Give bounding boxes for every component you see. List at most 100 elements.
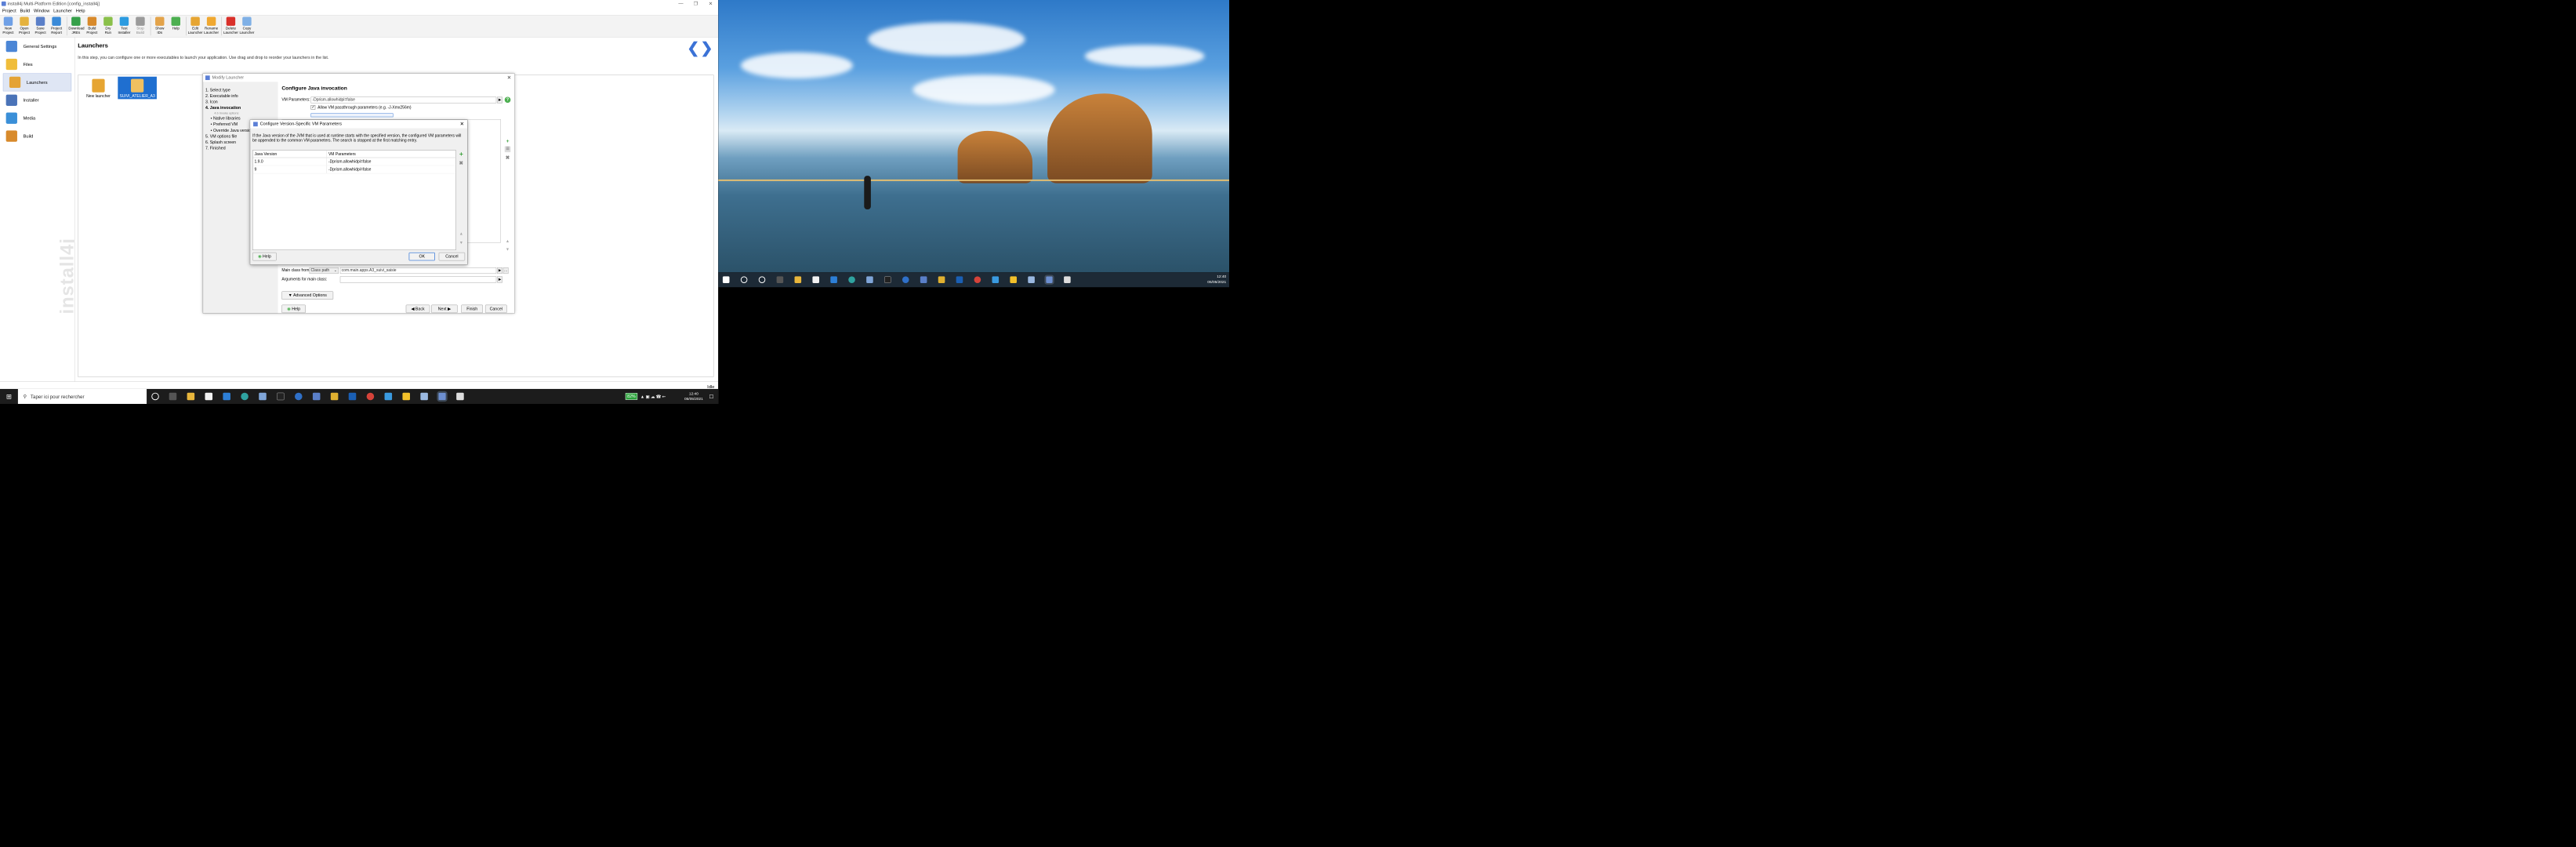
app-icon-1[interactable]: [259, 392, 267, 401]
battery-indicator[interactable]: 82%: [625, 393, 638, 400]
advanced-options-button[interactable]: ▼ Advanced Options: [281, 291, 334, 300]
cell-java-version[interactable]: 9: [253, 165, 328, 173]
outlook-icon[interactable]: [348, 392, 357, 401]
sidebar-item-files[interactable]: Files: [0, 56, 74, 74]
args-field[interactable]: [339, 276, 497, 283]
vm-params-arrow-icon[interactable]: ▶: [497, 96, 503, 104]
move-row-down-icon[interactable]: ▼: [459, 240, 465, 246]
vm-dialog-close-icon[interactable]: ✕: [460, 121, 465, 127]
toolbar-button-save-project[interactable]: Save Project: [33, 16, 48, 35]
mail-icon[interactable]: [223, 392, 230, 401]
toolbar-button-edit-launcher[interactable]: Edit Launcher: [188, 16, 203, 35]
right-terminal-icon[interactable]: [884, 276, 891, 283]
edit-icon[interactable]: ☰: [504, 146, 511, 153]
right-app-icon-5[interactable]: [974, 276, 981, 283]
app-icon-7[interactable]: [420, 392, 428, 401]
cell-java-version[interactable]: 1.9.0: [253, 158, 328, 165]
cell-vm-parameters[interactable]: -Dprism.allowhidpi=false: [327, 158, 455, 165]
edge-icon[interactable]: [241, 392, 249, 401]
app-icon-2[interactable]: [295, 392, 303, 401]
start-windows-icon[interactable]: ⊞: [0, 389, 18, 404]
taskbar-search-box[interactable]: ⚲ Taper ici pour rechercher: [17, 388, 147, 404]
vm-help-button[interactable]: ◉ Help: [252, 252, 277, 261]
sidebar-item-installer[interactable]: Installer: [0, 91, 74, 109]
menu-build[interactable]: Build: [20, 8, 30, 13]
vm-params-field[interactable]: -Dprism.allowhidpi=false: [310, 96, 497, 104]
right-edge-icon[interactable]: [848, 276, 855, 283]
col-vm-parameters[interactable]: VM Parameters: [327, 151, 455, 158]
help-icon[interactable]: ?: [504, 96, 511, 104]
close-button[interactable]: ✕: [703, 0, 718, 8]
table-row[interactable]: 9 -Dprism.allowhidpi=false: [252, 165, 456, 174]
right-sticky-notes-icon[interactable]: [1010, 276, 1017, 283]
right-outlook-icon[interactable]: [956, 276, 963, 283]
right-search-icon[interactable]: [740, 276, 748, 283]
toolbar-button-rename-launcher[interactable]: Rename Launcher: [204, 16, 219, 35]
app-icon-3[interactable]: [312, 392, 321, 401]
toolbar-button-stop-build[interactable]: Stop Build: [132, 16, 147, 35]
task-view-icon[interactable]: [169, 392, 177, 401]
toolbar-button-help[interactable]: Help: [169, 16, 183, 31]
wizard-step[interactable]: 1. Select type: [205, 87, 277, 93]
right-install4j-icon[interactable]: [1044, 274, 1054, 285]
right-app-icon-4[interactable]: [938, 276, 945, 283]
remove-icon[interactable]: ✖: [505, 154, 511, 161]
remove-row-icon[interactable]: ✖: [459, 160, 465, 166]
forward-arrow-icon[interactable]: ❯: [701, 40, 713, 57]
main-class-source-select[interactable]: Class path ⌄: [309, 267, 339, 274]
launcher-suivi-atelier[interactable]: SUIVI_ATELIER_A3: [118, 76, 157, 100]
col-java-version[interactable]: Java Version: [253, 150, 328, 158]
launcher-new[interactable]: New launcher: [79, 77, 118, 100]
toolbar-button-build-project[interactable]: Build Project: [85, 16, 100, 35]
taskbar-clock[interactable]: 12:40 05/05/2021: [684, 391, 703, 401]
menu-launcher[interactable]: Launcher: [53, 8, 72, 13]
move-down-icon[interactable]: ▼: [505, 246, 511, 253]
version-specific-button[interactable]: [310, 113, 394, 118]
toolbar-button-show-ids[interactable]: Show IDs: [152, 16, 167, 35]
store-icon[interactable]: [205, 392, 213, 401]
main-class-browse-button[interactable]: …: [503, 267, 509, 274]
table-row[interactable]: 1.9.0 -Dprism.allowhidpi=false: [252, 158, 456, 166]
app-icon-4[interactable]: [330, 392, 339, 401]
sidebar-item-media[interactable]: Media: [0, 109, 74, 127]
menu-help[interactable]: Help: [76, 8, 85, 13]
menu-project[interactable]: Project: [2, 8, 16, 13]
app-icon-8[interactable]: [456, 392, 464, 401]
toolbar-button-download-jres[interactable]: Download JREs: [68, 16, 84, 35]
main-class-field[interactable]: com.main.apps.A3_suivi_saisie: [339, 267, 497, 274]
finish-button[interactable]: Finish: [461, 304, 484, 314]
right-app-icon-7[interactable]: [1028, 276, 1035, 283]
minimize-button[interactable]: —: [673, 0, 688, 8]
toolbar-button-copy-launcher[interactable]: Copy Launcher: [239, 16, 254, 35]
file-explorer-icon[interactable]: [187, 392, 195, 401]
next-button[interactable]: Next ▶: [431, 304, 458, 314]
toolbar-button-open-project[interactable]: Open Project: [16, 16, 31, 35]
terminal-icon[interactable]: [277, 392, 285, 401]
cancel-button[interactable]: Cancel: [484, 304, 507, 314]
right-app-icon-6[interactable]: [992, 276, 1000, 283]
right-file-explorer-icon[interactable]: [794, 276, 802, 283]
passthrough-checkbox[interactable]: ✓: [310, 104, 316, 110]
toolbar-button-dry-run[interactable]: Dry Run: [100, 16, 115, 35]
right-mail-icon[interactable]: [830, 276, 837, 283]
help-button[interactable]: ◉ Help: [281, 304, 306, 314]
toolbar-button-new-project[interactable]: New Project: [1, 16, 16, 35]
sidebar-item-general-settings[interactable]: General Settings: [0, 38, 74, 56]
back-button[interactable]: ◀ Back: [405, 304, 430, 314]
add-row-icon[interactable]: +: [459, 151, 465, 158]
maximize-button[interactable]: ❐: [688, 0, 703, 8]
wizard-step[interactable]: 2. Executable info: [205, 93, 277, 100]
right-cortana-icon[interactable]: [758, 276, 766, 283]
notification-icon[interactable]: ☐: [709, 393, 713, 399]
right-app-icon-3[interactable]: [920, 276, 927, 283]
cell-vm-parameters[interactable]: -Dprism.allowhidpi=false: [327, 165, 455, 173]
ok-button[interactable]: OK: [408, 252, 435, 261]
vm-cancel-button[interactable]: Cancel: [438, 252, 466, 261]
app-icon-6[interactable]: [384, 392, 393, 401]
toolbar-button-delete-launcher[interactable]: Delete Launcher: [223, 16, 238, 35]
add-icon[interactable]: +: [505, 138, 511, 144]
right-start-icon[interactable]: [722, 276, 730, 283]
install4j-taskbar-icon[interactable]: [437, 391, 448, 402]
menu-window[interactable]: Window: [34, 8, 49, 13]
sidebar-item-launchers[interactable]: Launchers: [2, 73, 72, 92]
